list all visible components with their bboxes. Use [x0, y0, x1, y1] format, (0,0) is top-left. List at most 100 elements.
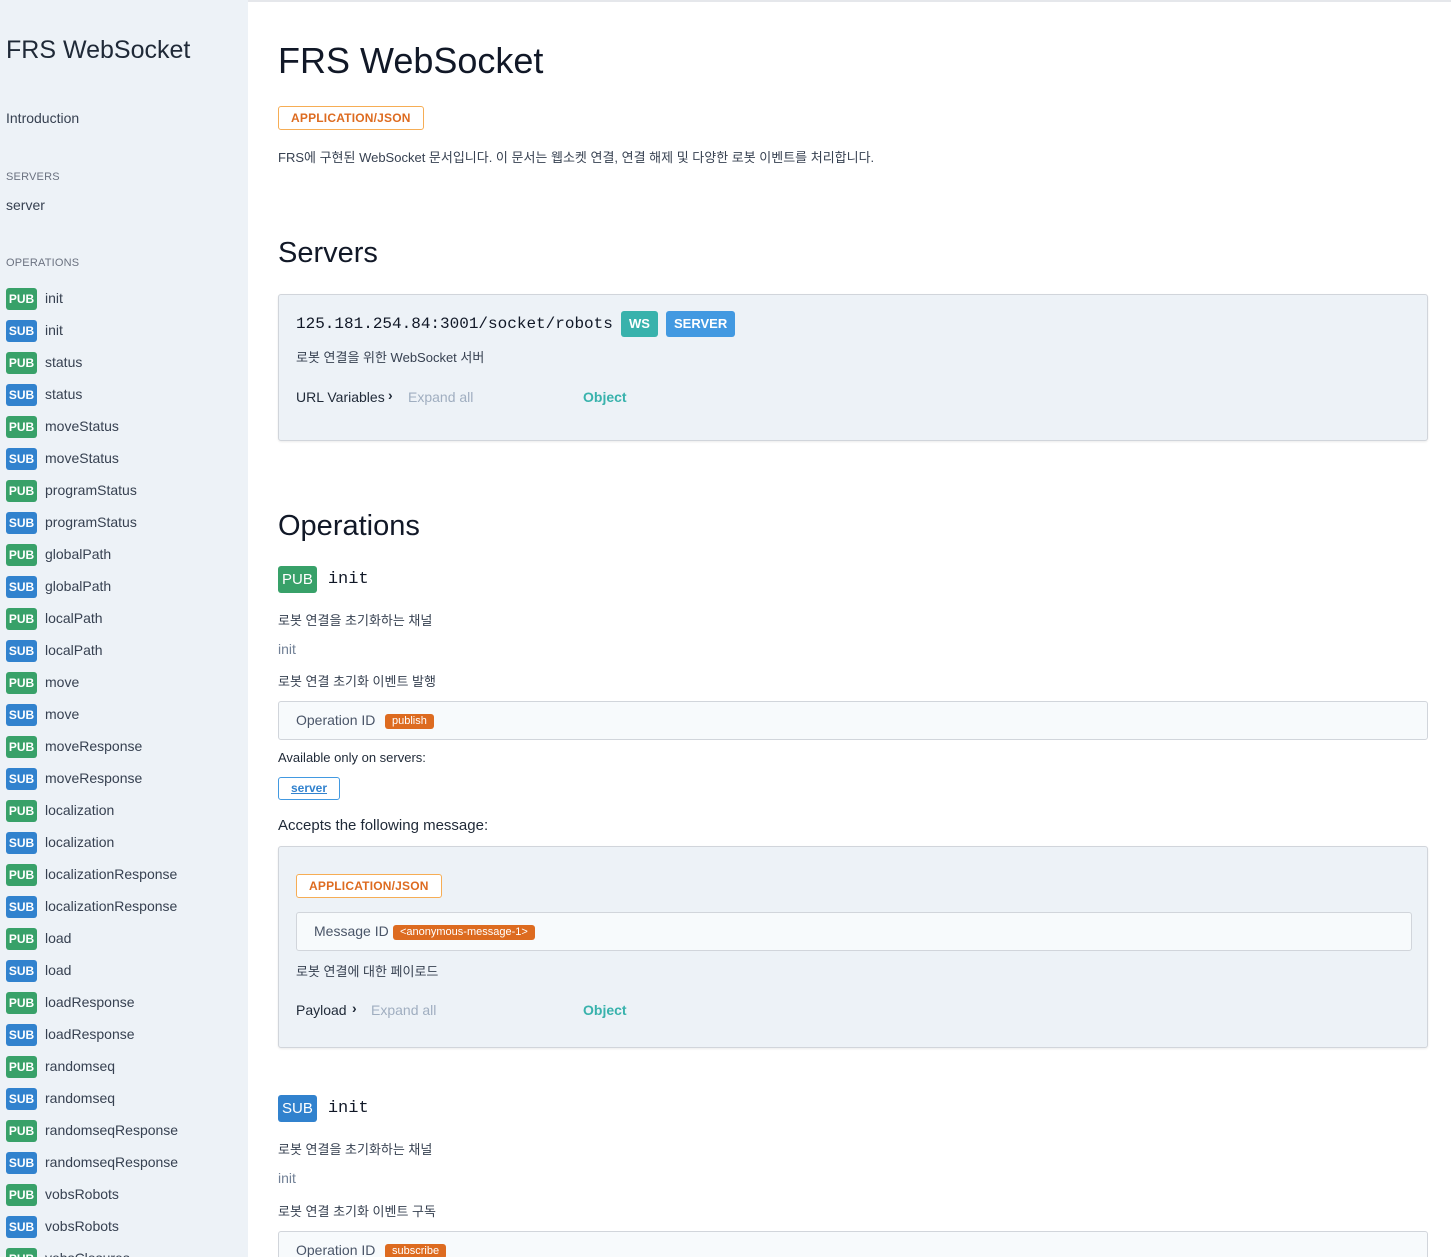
sidebar-item-operation[interactable]: SUB moveResponse — [6, 762, 178, 794]
sidebar-item-operation[interactable]: SUB localization — [6, 826, 178, 858]
pub-badge: PUB — [6, 416, 37, 438]
sidebar-item-operation[interactable]: PUB vobsRobots — [6, 1178, 178, 1210]
pub-badge: PUB — [6, 928, 37, 950]
sidebar-item-label: move — [45, 674, 80, 690]
sidebar-item-operation[interactable]: SUB randomseqResponse — [6, 1146, 178, 1178]
protocol-badge: WS — [621, 311, 658, 337]
url-variables-expand-all[interactable]: Expand all — [408, 389, 473, 405]
sidebar-item-operation[interactable]: PUB move — [6, 666, 178, 698]
sidebar-item-operation[interactable]: SUB localPath — [6, 634, 178, 666]
channel-description: 로봇 연결을 초기화하는 채널 — [278, 1142, 433, 1157]
servers-heading: Servers — [278, 237, 378, 269]
sidebar-item-operation[interactable]: PUB moveResponse — [6, 730, 178, 762]
chevron-right-icon[interactable]: › — [352, 1000, 357, 1016]
url-variables-toggle[interactable]: URL Variables — [296, 389, 385, 405]
sidebar-item-operation[interactable]: PUB localPath — [6, 602, 178, 634]
sidebar-item-label: moveResponse — [45, 770, 143, 786]
pub-badge: PUB — [6, 672, 37, 694]
sidebar-item-operation[interactable]: PUB load — [6, 922, 178, 954]
pub-badge: PUB — [6, 736, 37, 758]
sidebar-item-operation[interactable]: PUB globalPath — [6, 538, 178, 570]
pub-badge: PUB — [278, 566, 317, 593]
operation-description: 로봇 연결 초기화 이벤트 발행 — [278, 674, 436, 689]
sidebar-item-operation[interactable]: PUB vobsClosures — [6, 1242, 178, 1257]
sidebar-item-operation[interactable]: PUB programStatus — [6, 474, 178, 506]
sidebar-item-label: globalPath — [45, 546, 112, 562]
pub-badge: PUB — [6, 288, 37, 310]
sidebar-item-label: localization — [45, 802, 115, 818]
operation-description: 로봇 연결 초기화 이벤트 구독 — [278, 1204, 436, 1219]
sidebar-item-label: init — [45, 322, 63, 338]
sidebar-item-operation[interactable]: SUB moveStatus — [6, 442, 178, 474]
payload-toggle[interactable]: Payload — [296, 1002, 347, 1018]
message-description: 로봇 연결에 대한 페이로드 — [296, 964, 439, 979]
message-id-label: Message ID — [314, 923, 389, 939]
sidebar-item-label: localizationResponse — [45, 898, 178, 914]
operation-id-label: Operation ID — [296, 1242, 376, 1257]
sidebar-item-operation[interactable]: SUB randomseq — [6, 1082, 178, 1114]
sidebar-item-label: vobsRobots — [45, 1218, 119, 1234]
sidebar-item-label: status — [45, 354, 83, 370]
operation-header-pub-init: PUB init — [278, 566, 369, 593]
sidebar-item-label: programStatus — [45, 514, 137, 530]
sub-badge: SUB — [6, 832, 37, 854]
sidebar-item-operation[interactable]: PUB randomseqResponse — [6, 1114, 178, 1146]
sidebar-item-operation[interactable]: SUB globalPath — [6, 570, 178, 602]
sub-badge: SUB — [6, 384, 37, 406]
sidebar-item-introduction[interactable]: Introduction — [6, 110, 79, 126]
sidebar-item-operation[interactable]: SUB loadResponse — [6, 1018, 178, 1050]
accepts-message-label: Accepts the following message: — [278, 817, 489, 834]
sub-badge: SUB — [278, 1095, 317, 1122]
sidebar-item-operation[interactable]: PUB loadResponse — [6, 986, 178, 1018]
message-content-type-badge: APPLICATION/JSON — [296, 874, 442, 898]
sidebar-item-operation[interactable]: SUB init — [6, 314, 178, 346]
sidebar-item-label: randomseqResponse — [45, 1154, 179, 1170]
sidebar-item-operation[interactable]: SUB move — [6, 698, 178, 730]
sidebar-item-operation[interactable]: PUB localizationResponse — [6, 858, 178, 890]
available-servers-label: Available only on servers: — [278, 750, 426, 765]
sidebar-item-label: moveStatus — [45, 450, 119, 466]
chevron-right-icon[interactable]: › — [388, 387, 393, 403]
server-url: 125.181.254.84:3001/socket/robots — [296, 315, 613, 333]
sidebar-item-operation[interactable]: PUB init — [6, 282, 178, 314]
pub-badge: PUB — [6, 800, 37, 822]
server-role-badge: SERVER — [666, 311, 736, 337]
sidebar-item-operation[interactable]: SUB vobsRobots — [6, 1210, 178, 1242]
sidebar-item-operation[interactable]: SUB programStatus — [6, 506, 178, 538]
sidebar-item-operation[interactable]: SUB status — [6, 378, 178, 410]
sidebar-item-label: loadResponse — [45, 1026, 135, 1042]
sidebar-item-operation[interactable]: SUB load — [6, 954, 178, 986]
sidebar-item-label: programStatus — [45, 482, 137, 498]
sidebar-item-label: init — [45, 290, 63, 306]
pub-badge: PUB — [6, 992, 37, 1014]
sub-badge: SUB — [6, 704, 37, 726]
sidebar-item-operation[interactable]: SUB localizationResponse — [6, 890, 178, 922]
sidebar-item-operation[interactable]: PUB localization — [6, 794, 178, 826]
pub-badge: PUB — [6, 480, 37, 502]
sub-badge: SUB — [6, 896, 37, 918]
pub-badge: PUB — [6, 1184, 37, 1206]
content-type-badge: APPLICATION/JSON — [278, 106, 424, 130]
operation-id-label: Operation ID — [296, 712, 376, 728]
server-link-chip[interactable]: server — [278, 777, 340, 800]
page-title: FRS WebSocket — [278, 40, 544, 81]
sidebar-item-server[interactable]: server — [6, 197, 45, 213]
api-description: FRS에 구현된 WebSocket 문서입니다. 이 문서는 웹소켓 연결, … — [278, 150, 875, 165]
sidebar-item-operation[interactable]: PUB status — [6, 346, 178, 378]
operation-id-box: Operation ID publish — [278, 701, 1428, 740]
sidebar-item-operation[interactable]: PUB randomseq — [6, 1050, 178, 1082]
server-description: 로봇 연결을 위한 WebSocket 서버 — [296, 350, 485, 365]
sidebar-item-label: load — [45, 930, 72, 946]
sidebar-item-label: move — [45, 706, 80, 722]
sidebar-section-operations: OPERATIONS — [6, 257, 80, 269]
sidebar-item-label: moveStatus — [45, 418, 119, 434]
sidebar-item-label: moveResponse — [45, 738, 143, 754]
payload-expand-all[interactable]: Expand all — [371, 1002, 436, 1018]
sidebar-item-label: randomseq — [45, 1058, 116, 1074]
sidebar-item-operation[interactable]: PUB moveStatus — [6, 410, 178, 442]
pub-badge: PUB — [6, 864, 37, 886]
message-id-box: Message ID <anonymous-message-1> — [296, 912, 1412, 951]
sub-badge: SUB — [6, 640, 37, 662]
sidebar-item-label: vobsClosures — [45, 1250, 130, 1257]
sidebar-item-label: localizationResponse — [45, 866, 178, 882]
